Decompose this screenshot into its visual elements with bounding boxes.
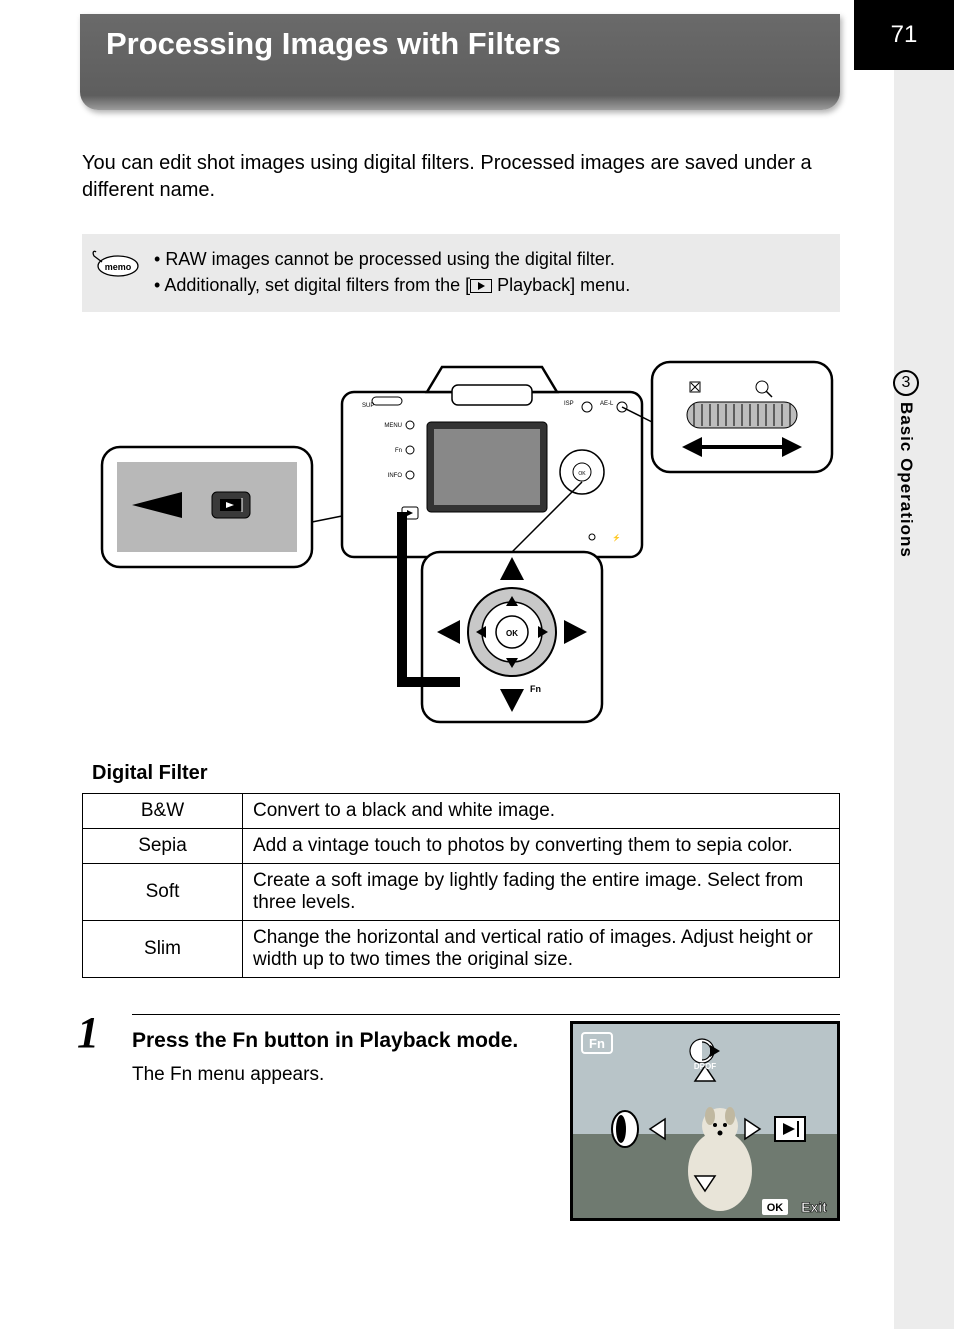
playback-icon [470,279,492,293]
page-title: Processing Images with Filters [106,26,561,62]
title-bar: Processing Images with Filters [80,14,840,110]
filter-table: B&W Convert to a black and white image. … [82,793,840,978]
page: 71 3 Basic Operations Processing Images … [0,0,954,1329]
svg-text:MENU: MENU [384,423,402,429]
filter-name: Slim [83,921,243,978]
memo-item-2: Additionally, set digital filters from t… [166,272,822,298]
table-row: Soft Create a soft image by lightly fadi… [83,864,840,921]
svg-text:⚡: ⚡ [612,533,621,542]
filter-desc: Create a soft image by lightly fading th… [243,864,840,921]
memo-icon: memo [88,248,142,278]
filter-heading: Digital Filter [92,762,840,785]
svg-text:PENTAX: PENTAX [478,521,502,527]
svg-text:Exit: Exit [801,1199,827,1215]
section-number-circle: 3 [893,370,919,396]
intro-text: You can edit shot images using digital f… [82,150,840,204]
table-row: B&W Convert to a black and white image. [83,794,840,829]
filter-name: Sepia [83,829,243,864]
section-number: 3 [902,374,911,392]
filter-desc: Change the horizontal and vertical ratio… [243,921,840,978]
svg-text:SUP: SUP [362,403,374,409]
section-marker: 3 Basic Operations [893,370,919,558]
camera-diagram: PENTAX MENU Fn INFO ISP AE-L [82,352,840,732]
step-1: 1 Press the Fn button in Playback mode. … [132,1014,840,1085]
page-number-text: 71 [891,21,918,49]
page-number: 71 [854,0,954,70]
section-title: Basic Operations [896,402,916,558]
filter-desc: Add a vintage touch to photos by convert… [243,829,840,864]
filter-name: B&W [83,794,243,829]
filter-desc: Convert to a black and white image. [243,794,840,829]
table-row: Slim Change the horizontal and vertical … [83,921,840,978]
svg-text:INFO: INFO [388,473,403,479]
svg-text:Fn: Fn [589,1036,605,1051]
svg-text:memo: memo [105,262,132,272]
svg-text:AE-L: AE-L [600,401,614,407]
step-number: 1 [77,1007,99,1058]
svg-text:OK: OK [506,629,518,638]
step-heading: Press the Fn button in Playback mode. [132,1027,532,1055]
filter-name: Soft [83,864,243,921]
fn-menu-preview: Fn DPOF [570,1021,840,1221]
svg-text:Fn: Fn [395,448,402,454]
side-strip [894,0,954,1329]
svg-text:DPOF: DPOF [694,1062,716,1071]
svg-text:ISP: ISP [564,401,574,407]
memo-item-1: RAW images cannot be processed using the… [166,246,822,272]
memo-box: memo RAW images cannot be processed usin… [82,234,840,312]
svg-text:OK: OK [578,471,586,477]
content-area: You can edit shot images using digital f… [82,150,840,1086]
svg-text:OK: OK [767,1202,784,1214]
svg-text:Fn: Fn [530,684,541,694]
table-row: Sepia Add a vintage touch to photos by c… [83,829,840,864]
